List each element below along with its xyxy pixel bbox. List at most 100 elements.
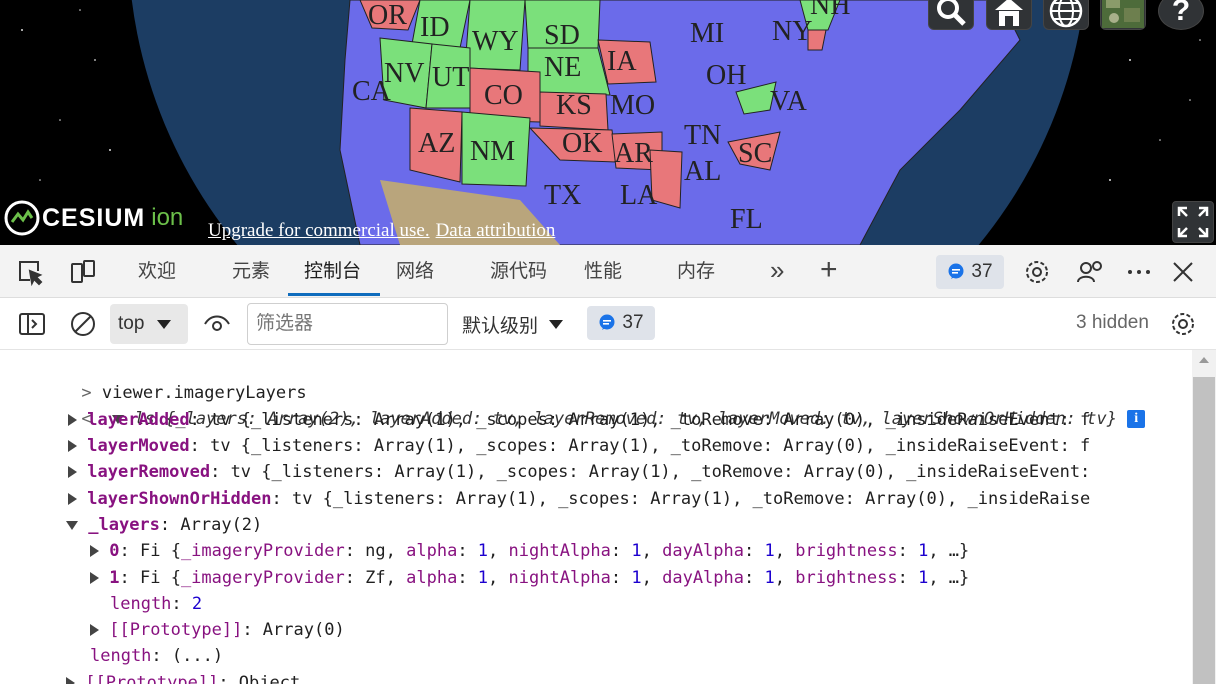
toggle-sidebar-button[interactable]	[17, 310, 47, 338]
customize-button[interactable]	[1075, 257, 1105, 287]
live-expression-button[interactable]	[202, 310, 232, 338]
issues-count: 37	[971, 261, 993, 282]
state-label-or: OR	[368, 0, 407, 31]
tree-row[interactable]: 1: Fi {_imageryProvider: Zf, alpha: 1, n…	[90, 565, 969, 591]
tree-key: layerAdded	[87, 410, 190, 430]
console-result-summary[interactable]: < ls {_layers: Array(2), layerAdded: tv,…	[20, 380, 1146, 429]
tree-key: [[Prototype]]	[85, 673, 219, 684]
tab-memory[interactable]: 内存	[677, 245, 715, 297]
tree-row: length: 2	[110, 594, 203, 614]
imagery-icon	[1102, 0, 1144, 28]
devtools-tabbar: 欢迎 元素 控制台 网络 源代码 性能 内存 » + 37	[0, 245, 1216, 298]
inspect-element-button[interactable]	[16, 258, 44, 286]
tree-row[interactable]: layerShownOrHidden: tv {_listeners: Arra…	[68, 486, 1090, 512]
state-label-mo: MO	[610, 90, 655, 121]
feedback-icon	[1077, 261, 1102, 283]
tree-row[interactable]: [[Prototype]]: Array(0)	[90, 617, 345, 643]
message-icon	[948, 263, 964, 279]
info-icon[interactable]: i	[1127, 410, 1146, 428]
collapsed-arrow-icon[interactable]	[68, 466, 77, 478]
state-label-ny: NY	[772, 16, 812, 47]
base-layer-picker-button[interactable]	[1100, 0, 1146, 30]
collapsed-arrow-icon[interactable]	[68, 414, 77, 426]
collapsed-arrow-icon[interactable]	[90, 545, 99, 557]
tab-elements[interactable]: 元素	[232, 245, 270, 297]
console-issues-count: 37	[622, 312, 644, 333]
device-emulation-button[interactable]	[69, 258, 97, 286]
close-devtools-button[interactable]	[1168, 257, 1198, 287]
state-label-oh: OH	[706, 60, 746, 91]
context-selector[interactable]: top	[110, 304, 188, 344]
state-label-fl: FL	[730, 204, 763, 235]
message-icon	[599, 314, 615, 330]
tab-network[interactable]: 网络	[396, 245, 434, 297]
close-icon	[1173, 262, 1193, 282]
tab-console[interactable]: 控制台	[304, 245, 361, 297]
scrollbar-thumb[interactable]	[1193, 377, 1215, 684]
tree-key: layerShownOrHidden	[87, 489, 272, 509]
tree-row[interactable]: length: (...)	[90, 643, 223, 669]
cesium-ion-logo[interactable]: CESIUM ion	[4, 198, 183, 238]
console-settings-button[interactable]	[1168, 309, 1198, 339]
data-attribution-link[interactable]: Data attribution	[436, 220, 556, 242]
more-options-button[interactable]	[1124, 257, 1154, 287]
tree-row[interactable]: layerMoved: tv {_listeners: Array(1), _s…	[68, 433, 1090, 459]
tree-row[interactable]: 0: Fi {_imageryProvider: ng, alpha: 1, n…	[90, 538, 969, 564]
issues-counter-button[interactable]: 37	[936, 255, 1004, 289]
gear-icon	[1172, 313, 1194, 335]
console-input-line: > viewer.imageryLayers	[20, 354, 306, 403]
tree-value: tv {_listeners: Array(1), _scopes: Array…	[291, 489, 1091, 509]
dropdown-arrow-icon	[549, 320, 564, 329]
state-label-co: CO	[484, 80, 523, 111]
hidden-messages-count: 3 hidden	[1076, 312, 1149, 333]
tree-key: length	[90, 646, 152, 666]
tab-sources[interactable]: 源代码	[490, 245, 547, 297]
scroll-up-icon[interactable]	[1192, 350, 1216, 370]
fullscreen-button[interactable]	[1172, 201, 1214, 243]
more-tabs-button[interactable]: »	[770, 245, 784, 297]
tree-row[interactable]: [[Prototype]]: Object	[66, 670, 300, 684]
active-tab-indicator	[288, 293, 380, 296]
search-icon	[937, 0, 966, 26]
cesium-logo-suffix: ion	[151, 204, 184, 231]
collapsed-arrow-icon[interactable]	[68, 493, 77, 505]
collapsed-arrow-icon[interactable]	[68, 440, 77, 452]
expanded-arrow-icon[interactable]	[66, 520, 78, 530]
state-label-wy: WY	[472, 26, 519, 57]
state-label-ut: UT	[432, 62, 469, 93]
tab-welcome[interactable]: 欢迎	[138, 245, 176, 297]
settings-button[interactable]	[1022, 257, 1052, 287]
tree-row[interactable]: _layers: Array(2)	[66, 512, 262, 538]
sidebar-icon	[19, 313, 45, 335]
globe-icon	[1049, 0, 1083, 28]
filter-input[interactable]	[247, 303, 448, 345]
console-output[interactable]: > viewer.imageryLayers < ls {_layers: Ar…	[0, 350, 1190, 684]
cesium-viewport[interactable]: OR ID WY SD NE IA NV UT CO KS MO CA AZ NM OK AR TX LA AL TN…	[0, 0, 1216, 245]
state-label-nm: NM	[470, 136, 515, 167]
tree-key: 1	[109, 568, 120, 588]
home-icon	[995, 0, 1023, 26]
home-button[interactable]	[986, 0, 1032, 30]
device-toolbar-icon	[71, 260, 95, 283]
more-horizontal-icon	[1128, 270, 1150, 274]
tree-row[interactable]: layerRemoved: tv {_listeners: Array(1), …	[68, 459, 1090, 485]
tree-value: 2	[191, 594, 203, 614]
add-tab-button[interactable]: +	[820, 245, 838, 297]
collapsed-arrow-icon[interactable]	[90, 624, 99, 636]
collapsed-arrow-icon[interactable]	[90, 572, 99, 584]
geocoder-search-button[interactable]	[928, 0, 974, 30]
log-level-selector[interactable]: 默认级别	[462, 304, 564, 344]
tab-performance[interactable]: 性能	[584, 245, 622, 297]
upgrade-link[interactable]: Upgrade for commercial use.	[208, 220, 430, 242]
help-icon: ?	[1171, 0, 1191, 27]
console-issues-button[interactable]: 37	[587, 306, 655, 340]
state-label-va: VA	[770, 86, 808, 117]
tree-row[interactable]: layerAdded: tv {_listeners: Array(1), _s…	[68, 407, 1090, 433]
tree-key: [[Prototype]]	[109, 620, 243, 640]
collapsed-arrow-icon[interactable]	[66, 677, 75, 684]
state-label-ar: AR	[614, 138, 653, 169]
state-label-al: AL	[684, 156, 721, 187]
scene-mode-button[interactable]	[1043, 0, 1089, 30]
fullscreen-icon	[1177, 206, 1209, 238]
clear-console-button[interactable]	[68, 309, 98, 339]
